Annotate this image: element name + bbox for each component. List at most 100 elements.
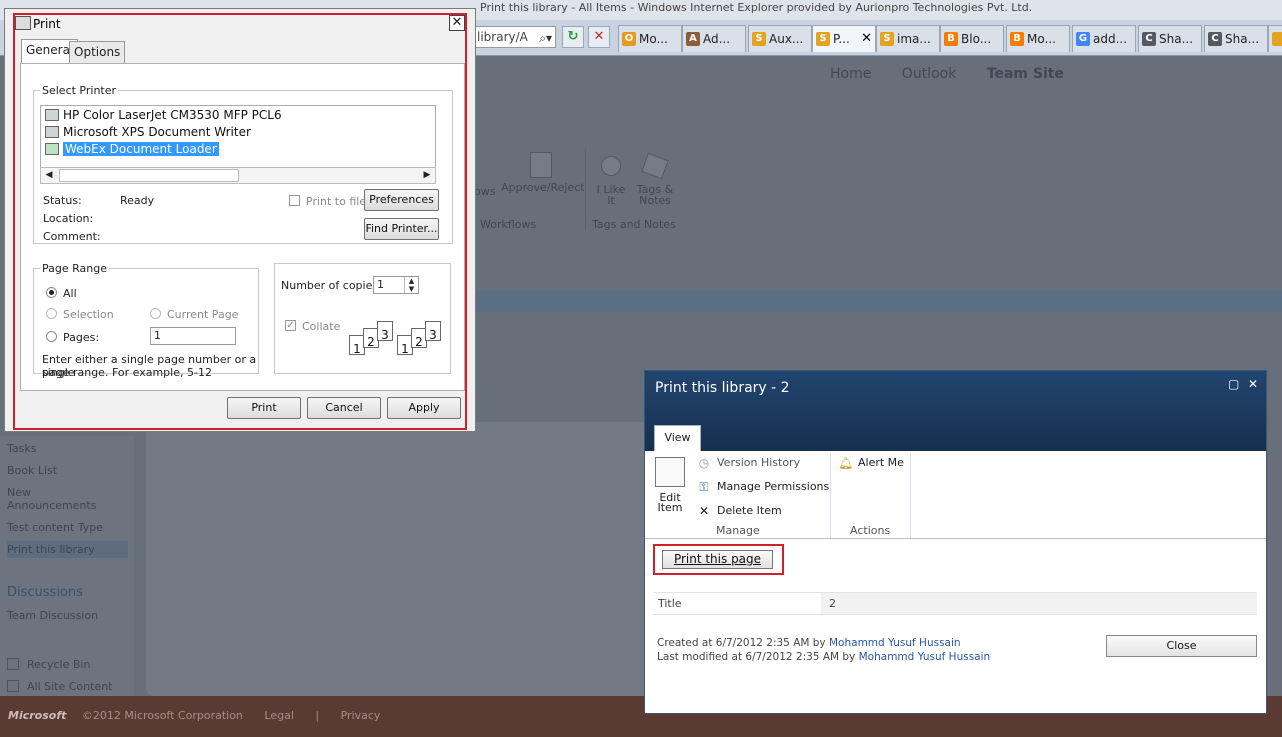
range-all-radio[interactable] bbox=[46, 287, 57, 298]
print-to-file-checkbox[interactable] bbox=[289, 195, 300, 206]
printer-list[interactable]: HP Color LaserJet CM3530 MFP PCL6 Micros… bbox=[40, 105, 436, 175]
collate-checkbox[interactable]: ✓ bbox=[285, 320, 296, 331]
maximize-icon[interactable]: ▢ bbox=[1228, 377, 1239, 391]
browser-tab-1[interactable]: A Ad... bbox=[682, 25, 746, 52]
version-history-button[interactable]: ◷ Version History bbox=[697, 456, 800, 470]
find-printer-button[interactable]: Find Printer... bbox=[364, 218, 439, 240]
new-tab-button[interactable] bbox=[1268, 25, 1282, 52]
scroll-left-icon[interactable]: ◀ bbox=[41, 168, 57, 183]
tab-favicon-icon: S bbox=[816, 32, 830, 46]
nav-discussions-header[interactable]: Discussions bbox=[7, 586, 83, 599]
printer-hp[interactable]: HP Color LaserJet CM3530 MFP PCL6 bbox=[45, 108, 282, 122]
range-pages-radio[interactable] bbox=[46, 331, 57, 342]
printer-list-scrollbar[interactable]: ◀ ▶ bbox=[40, 167, 436, 184]
nav-tasks[interactable]: Tasks bbox=[7, 442, 36, 455]
topnav-outlook[interactable]: Outlook bbox=[902, 66, 957, 82]
tab-options[interactable]: Options bbox=[69, 41, 126, 63]
recycle-bin-icon bbox=[7, 658, 19, 670]
ribbon-approve-reject[interactable]: Approve/Reject bbox=[501, 152, 585, 193]
modified-by-link[interactable]: Mohammd Yusuf Hussain bbox=[859, 651, 991, 663]
alert-me-button[interactable]: 🔔︎ Alert Me bbox=[838, 456, 904, 470]
tab-favicon-icon: S bbox=[880, 32, 894, 46]
close-icon[interactable]: ✕ bbox=[449, 15, 465, 31]
range-current-page-radio[interactable] bbox=[150, 308, 161, 319]
page-range-label: Page Range bbox=[42, 262, 107, 275]
printer-webex[interactable]: WebEx Document Loader bbox=[45, 142, 219, 156]
tab-view[interactable]: View bbox=[654, 425, 701, 451]
delete-item-button[interactable]: ✕ Delete Item bbox=[697, 504, 782, 518]
close-icon[interactable]: ✕ bbox=[1248, 377, 1258, 391]
site-content-icon bbox=[7, 680, 19, 692]
nav-all-site-content[interactable]: All Site Content bbox=[7, 680, 113, 693]
nav-test-content-type[interactable]: Test content Type bbox=[7, 521, 103, 534]
i-like-it-label: I Like It bbox=[596, 183, 626, 207]
browser-tab-6[interactable]: B Mo... bbox=[1006, 25, 1070, 52]
address-bar[interactable]: library/A ⌕▾ bbox=[470, 26, 556, 48]
topnav-team-site[interactable]: Team Site bbox=[987, 66, 1064, 82]
stop-icon[interactable]: ✕ bbox=[588, 26, 610, 48]
nav-new-announcements[interactable]: New Announcements bbox=[7, 486, 107, 512]
footer-legal[interactable]: Legal bbox=[264, 709, 293, 722]
nav-recycle-bin[interactable]: Recycle Bin bbox=[7, 658, 90, 671]
browser-tab-0[interactable]: O Mo... bbox=[618, 25, 682, 52]
tab-favicon-icon: B bbox=[1010, 32, 1024, 46]
range-hint-line-2: page range. For example, 5-12 bbox=[42, 366, 212, 379]
modified-info: Last modified at 6/7/2012 2:35 AM by Moh… bbox=[657, 651, 991, 663]
scrollbar-thumb[interactable] bbox=[59, 169, 239, 182]
edit-item-button[interactable]: Edit Item bbox=[651, 492, 689, 513]
copies-spinner-icon[interactable]: ▲ ▼ bbox=[404, 277, 418, 293]
modal-header: Print this library - 2 ▢ ✕ View bbox=[645, 371, 1266, 451]
address-text: library/A bbox=[477, 30, 528, 44]
printer-icon bbox=[45, 109, 59, 121]
ribbon-workflows-fragment[interactable]: ows bbox=[474, 186, 495, 197]
print-to-file-label: Print to file bbox=[306, 195, 367, 208]
ribbon-i-like-it[interactable]: I Like It bbox=[593, 156, 629, 206]
sharepoint-modal: Print this library - 2 ▢ ✕ View Edit Ite… bbox=[644, 370, 1267, 714]
topnav-home[interactable]: Home bbox=[830, 66, 871, 82]
nav-team-discussion[interactable]: Team Discussion bbox=[7, 609, 98, 622]
tab-label: Sha... bbox=[1159, 32, 1194, 46]
printer-xps[interactable]: Microsoft XPS Document Writer bbox=[45, 125, 251, 139]
browser-tab-7[interactable]: Gadd... bbox=[1072, 25, 1136, 52]
print-this-page-button[interactable]: Print this page bbox=[662, 550, 773, 569]
version-history-icon: ◷ bbox=[698, 456, 710, 470]
refresh-icon[interactable]: ↻ bbox=[562, 26, 584, 48]
nav-print-this-library[interactable]: Print this library bbox=[7, 541, 128, 558]
pages-input[interactable]: 1 bbox=[150, 327, 236, 345]
browser-tab-2[interactable]: S Aux... bbox=[748, 25, 812, 52]
print-button[interactable]: Print bbox=[227, 397, 301, 419]
edit-item-icon[interactable] bbox=[655, 457, 685, 487]
select-printer-label: Select Printer bbox=[42, 84, 117, 97]
search-dropdown-icon[interactable]: ⌕▾ bbox=[539, 28, 552, 47]
browser-tab-9[interactable]: C Sha... bbox=[1204, 25, 1268, 52]
scroll-right-icon[interactable]: ▶ bbox=[419, 168, 435, 183]
browser-tab-5[interactable]: B Blo... bbox=[940, 25, 1004, 52]
browser-tab-8[interactable]: C Sha... bbox=[1138, 25, 1202, 52]
manage-permissions-button[interactable]: ⚿ Manage Permissions bbox=[697, 480, 829, 494]
preferences-button[interactable]: Preferences bbox=[364, 189, 439, 211]
tag-icon bbox=[641, 152, 669, 180]
tab-label: P... bbox=[833, 32, 850, 46]
created-by-link[interactable]: Mohammd Yusuf Hussain bbox=[829, 637, 961, 649]
range-selection-radio[interactable] bbox=[46, 308, 57, 319]
tab-favicon-icon: B bbox=[944, 32, 958, 46]
copies-group: Number of copies: 1 ▲ ▼ ✓ Collate 1 2 3 1… bbox=[274, 263, 451, 374]
nav-book-list[interactable]: Book List bbox=[7, 464, 57, 477]
close-button[interactable]: Close bbox=[1106, 635, 1257, 657]
range-pages-label: Pages: bbox=[63, 331, 100, 344]
close-tab-icon[interactable]: ✕ bbox=[861, 26, 872, 52]
browser-tab-4[interactable]: Sima... bbox=[876, 25, 940, 52]
footer-separator: | bbox=[315, 709, 320, 722]
ribbon-tags-notes[interactable]: Tags & Notes bbox=[636, 152, 674, 207]
browser-tab-3[interactable]: S P... ✕ bbox=[812, 25, 876, 52]
cancel-button[interactable]: Cancel bbox=[307, 397, 381, 419]
page-range-group: Page Range All Selection Current Page Pa… bbox=[33, 262, 259, 379]
alert-bell-icon: 🔔︎ bbox=[838, 456, 854, 470]
apply-button[interactable]: Apply bbox=[387, 397, 461, 419]
top-navigation: Home Outlook Team Site bbox=[830, 66, 1090, 82]
tags-notes-label: Tags & Notes bbox=[636, 183, 674, 207]
collate-label: Collate bbox=[302, 320, 341, 333]
footer-privacy[interactable]: Privacy bbox=[341, 709, 381, 722]
modal-ribbon: Edit Item ◷ Version History ⚿ Manage Per… bbox=[645, 451, 1266, 539]
print-dialog-title: Print bbox=[33, 17, 61, 31]
